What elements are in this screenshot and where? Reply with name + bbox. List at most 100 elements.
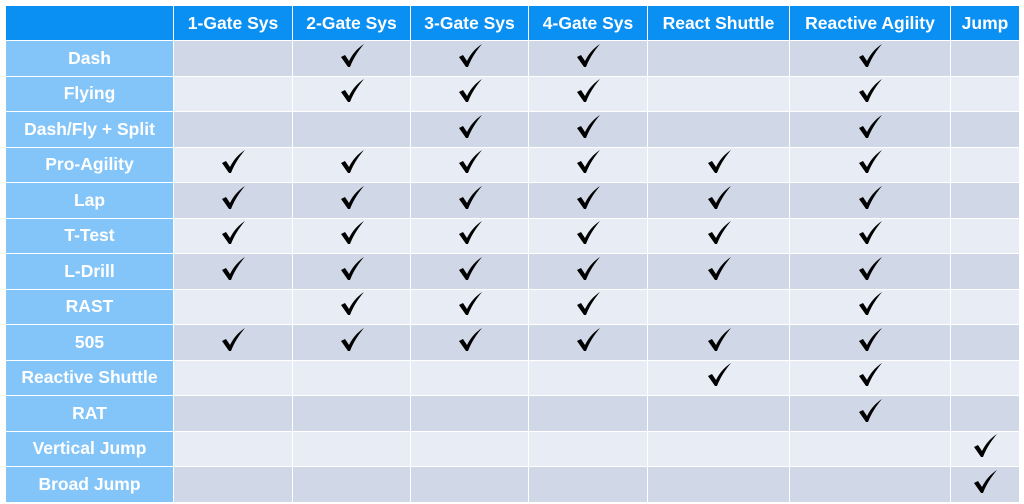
checkmark-icon	[857, 220, 883, 246]
checkmark-icon	[972, 433, 998, 459]
table-cell	[789, 430, 951, 467]
table-cell	[410, 395, 529, 432]
row-header: RAST	[5, 288, 174, 325]
checkmark-icon	[857, 256, 883, 282]
table-cell	[789, 288, 951, 325]
row-header: Vertical Jump	[5, 430, 174, 467]
table-cell	[950, 253, 1020, 290]
table-cell	[528, 146, 648, 183]
checkmark-icon	[575, 114, 601, 140]
checkmark-icon	[575, 149, 601, 175]
checkmark-icon	[220, 256, 246, 282]
table-row: Vertical Jump	[5, 430, 1020, 467]
table-row: 505	[5, 324, 1020, 361]
checkmark-icon	[857, 43, 883, 69]
table-cell	[410, 146, 529, 183]
table-cell	[789, 359, 951, 396]
table-cell	[528, 75, 648, 112]
table-cell	[173, 182, 293, 219]
table-cell	[410, 111, 529, 148]
table-cell	[292, 359, 411, 396]
table-cell	[410, 253, 529, 290]
checkmark-icon	[575, 43, 601, 69]
table-cell	[292, 40, 411, 77]
checkmark-icon	[457, 43, 483, 69]
checkmark-icon	[457, 327, 483, 353]
table-cell	[173, 75, 293, 112]
corner-cell	[5, 5, 174, 41]
table-row: Reactive Shuttle	[5, 359, 1020, 396]
table-row: RAT	[5, 395, 1020, 432]
checkmark-icon	[220, 185, 246, 211]
column-header: 2-Gate Sys	[292, 5, 411, 41]
column-header: Reactive Agility	[789, 5, 951, 41]
table-cell	[950, 217, 1020, 254]
table-cell	[410, 430, 529, 467]
checkmark-icon	[457, 149, 483, 175]
table-cell	[789, 75, 951, 112]
checkmark-icon	[575, 327, 601, 353]
checkmark-icon	[706, 220, 732, 246]
table-cell	[950, 40, 1020, 77]
table-cell	[292, 430, 411, 467]
checkmark-icon	[220, 220, 246, 246]
checkmark-icon	[457, 220, 483, 246]
table-cell	[292, 288, 411, 325]
table-cell	[950, 146, 1020, 183]
checkmark-icon	[339, 149, 365, 175]
checkmark-icon	[220, 149, 246, 175]
table-cell	[789, 324, 951, 361]
table-cell	[410, 288, 529, 325]
table-cell	[292, 253, 411, 290]
table-cell	[789, 40, 951, 77]
table-cell	[647, 395, 790, 432]
checkmark-icon	[857, 149, 883, 175]
table-cell	[950, 466, 1020, 503]
table-cell	[173, 40, 293, 77]
checkmark-icon	[457, 291, 483, 317]
checkmark-icon	[857, 185, 883, 211]
checkmark-icon	[220, 327, 246, 353]
column-header: Jump	[950, 5, 1020, 41]
table-cell	[647, 217, 790, 254]
table-cell	[789, 253, 951, 290]
table-cell	[528, 430, 648, 467]
checkmark-icon	[339, 327, 365, 353]
header-row: 1-Gate Sys 2-Gate Sys 3-Gate Sys 4-Gate Sys…	[5, 5, 1020, 41]
table-cell	[410, 40, 529, 77]
table-cell	[950, 395, 1020, 432]
table-row: L-Drill	[5, 253, 1020, 290]
table-cell	[173, 253, 293, 290]
column-header: React Shuttle	[647, 5, 790, 41]
row-header: Lap	[5, 182, 174, 219]
table-cell	[789, 395, 951, 432]
table-cell	[292, 111, 411, 148]
table-cell	[528, 217, 648, 254]
table-row: Lap	[5, 182, 1020, 219]
test-compatibility-table: 1-Gate Sys 2-Gate Sys 3-Gate Sys 4-Gate Sys…	[5, 5, 1020, 503]
table-cell	[292, 324, 411, 361]
table-cell	[292, 146, 411, 183]
table-cell	[789, 182, 951, 219]
checkmark-icon	[706, 185, 732, 211]
table-cell	[789, 217, 951, 254]
checkmark-icon	[706, 149, 732, 175]
checkmark-icon	[339, 185, 365, 211]
checkmark-icon	[339, 43, 365, 69]
table-row: Dash/Fly + Split	[5, 111, 1020, 148]
table-cell	[528, 40, 648, 77]
table-row: RAST	[5, 288, 1020, 325]
table-cell	[647, 288, 790, 325]
row-header: L-Drill	[5, 253, 174, 290]
table-cell	[173, 217, 293, 254]
table-cell	[528, 111, 648, 148]
table-row: Pro-Agility	[5, 146, 1020, 183]
table-cell	[789, 111, 951, 148]
table-cell	[647, 430, 790, 467]
table-cell	[647, 111, 790, 148]
row-header: RAT	[5, 395, 174, 432]
checkmark-icon	[857, 362, 883, 388]
table-cell	[950, 324, 1020, 361]
table-cell	[292, 182, 411, 219]
column-header: 1-Gate Sys	[173, 5, 293, 41]
